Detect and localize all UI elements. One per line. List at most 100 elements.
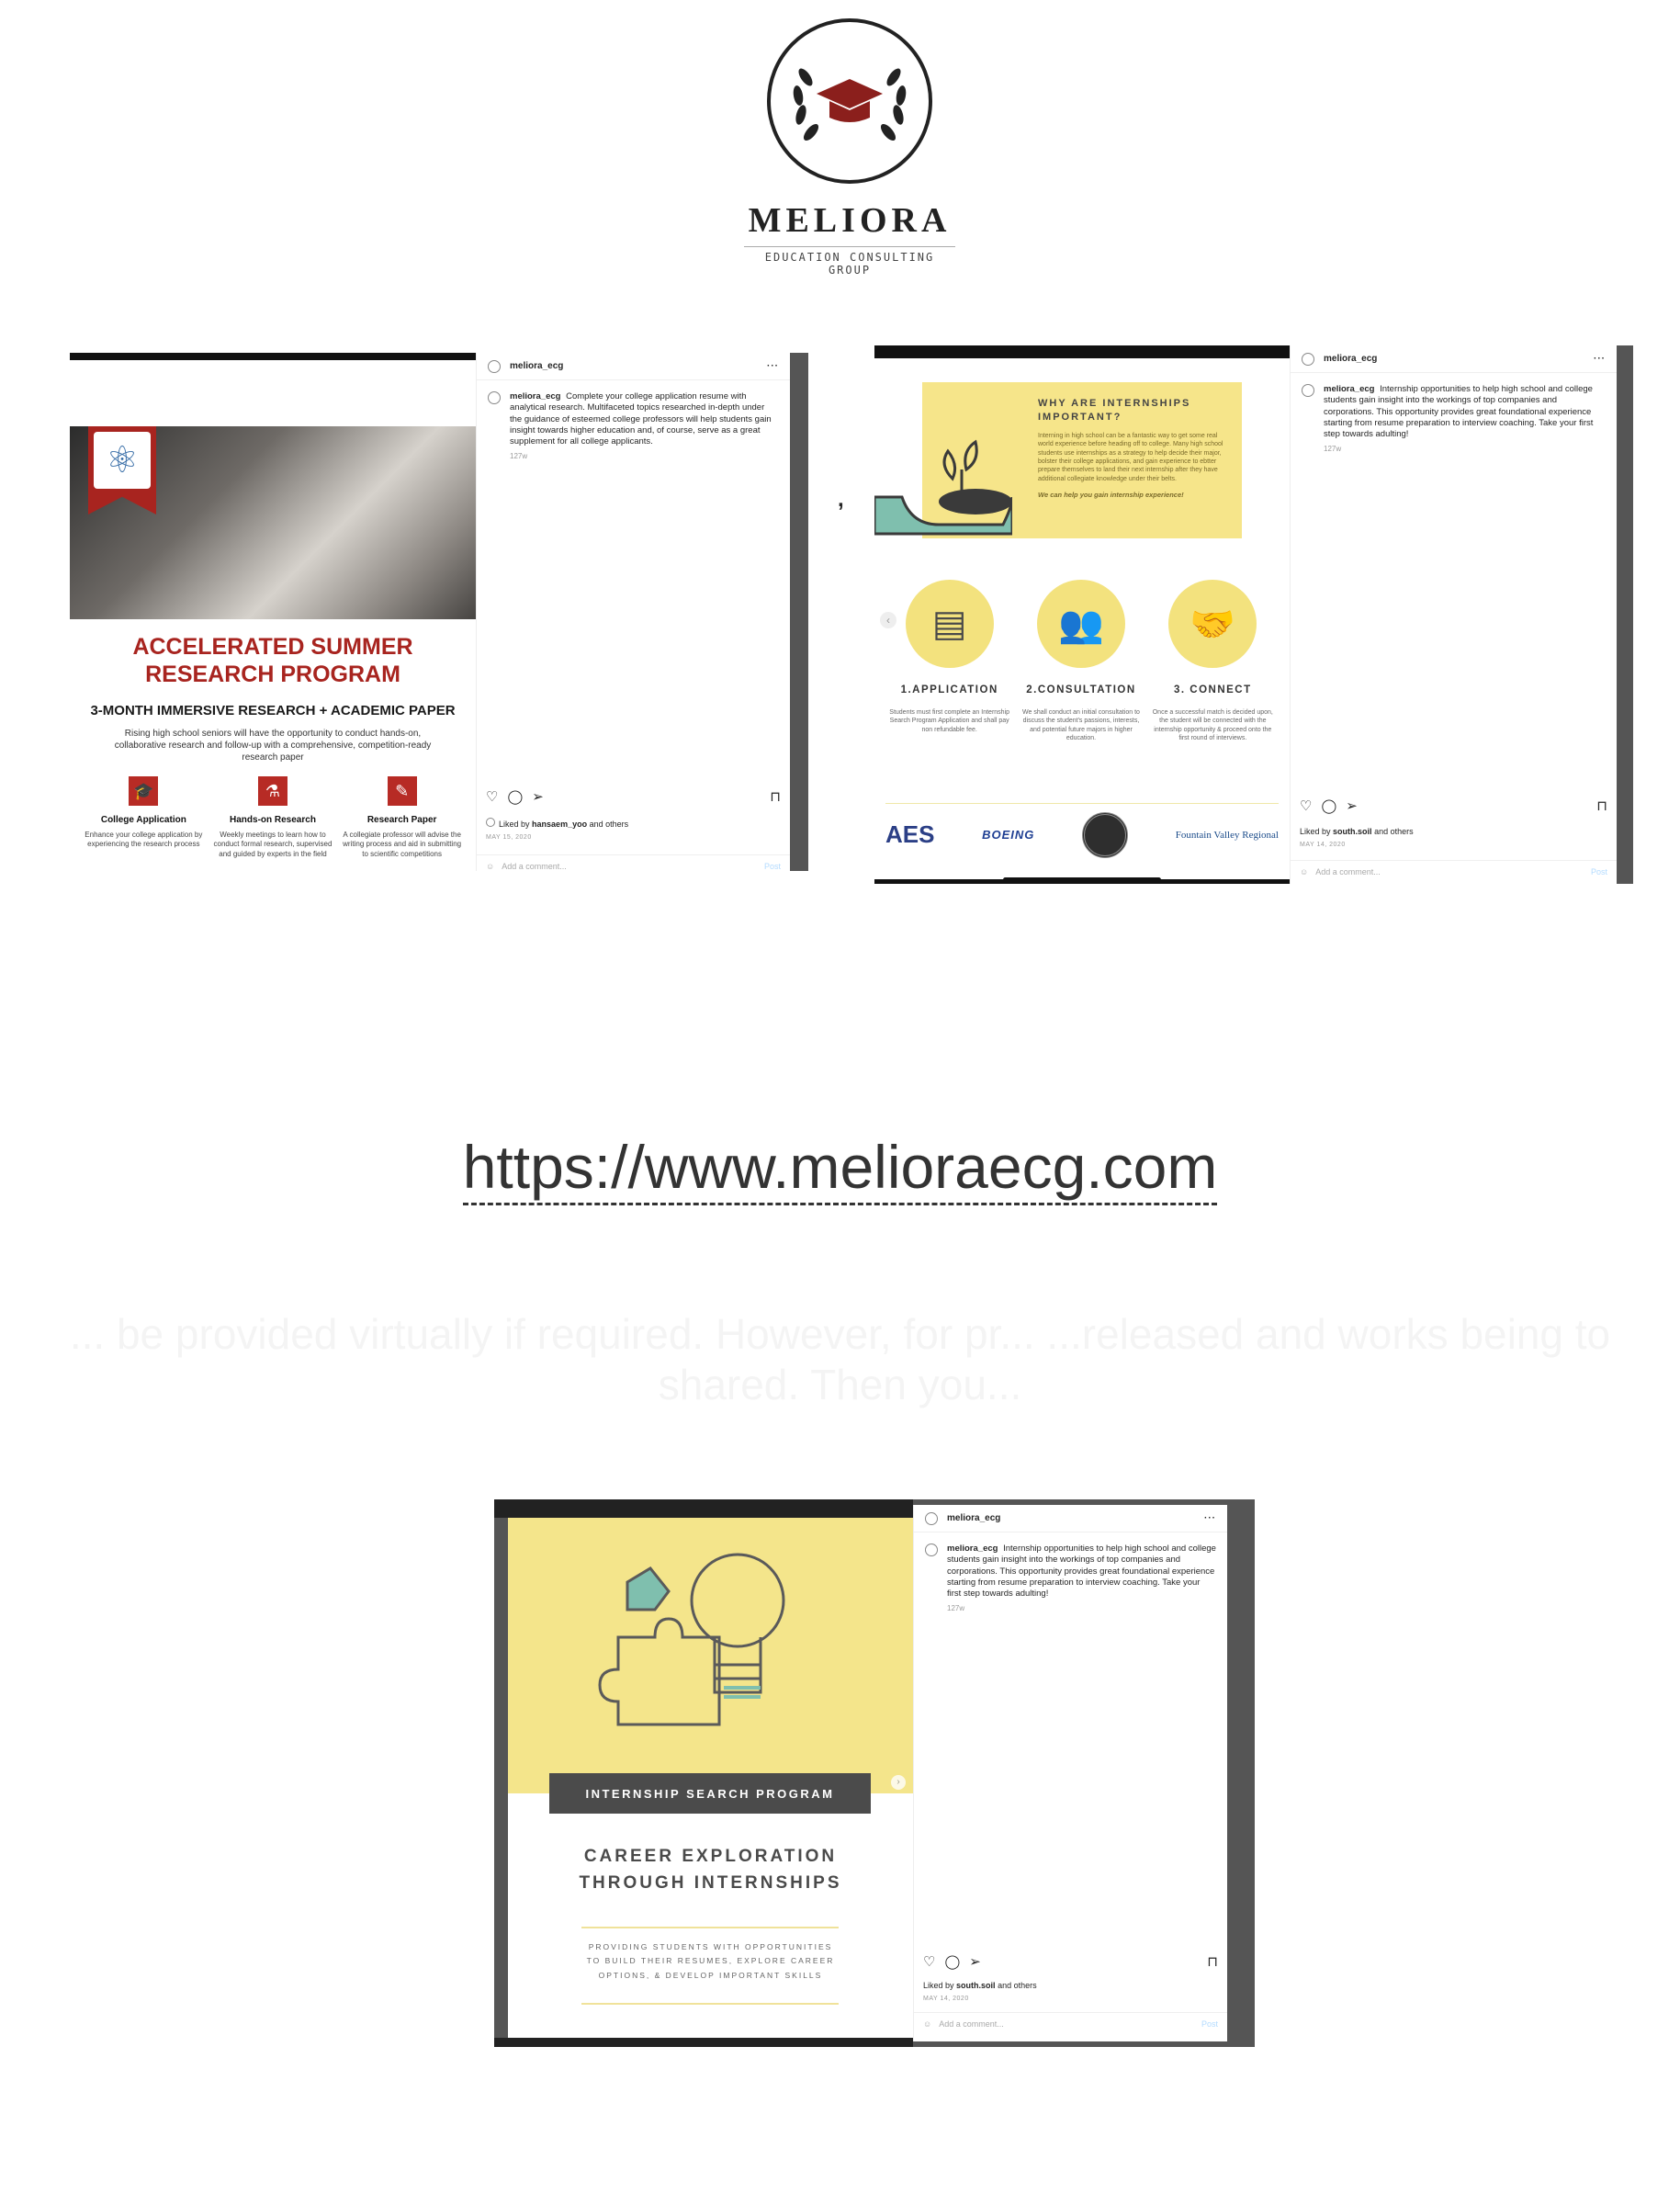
feature-title: College Application <box>100 815 186 825</box>
instagram-post-career: INTERNSHIP SEARCH PROGRAM › CAREER EXPLO… <box>494 1499 1255 2047</box>
bookmark-icon[interactable]: ⊓ <box>1207 1953 1218 1970</box>
feature-text: Enhance your college application by expe… <box>85 831 203 849</box>
post-date: MAY 14, 2020 <box>923 1996 969 2002</box>
more-options-icon[interactable]: ··· <box>1204 1513 1216 1523</box>
research-card: ACCELERATED SUMMER RESEARCH PROGRAM 3-MO… <box>70 619 476 869</box>
partner-logos: AES BOEING Fountain Valley Regional <box>885 803 1279 858</box>
post-date: MAY 14, 2020 <box>1300 842 1346 848</box>
separator-comma: , <box>838 487 844 512</box>
comment-input[interactable]: Add a comment... <box>939 2019 1004 2029</box>
liked-prefix: Liked by <box>1300 827 1331 836</box>
heart-icon[interactable]: ♡ <box>1300 797 1312 814</box>
post-image-research[interactable]: ⚛ ACCELERATED SUMMER RESEARCH PROGRAM 3-… <box>70 353 476 871</box>
liked-by: Liked by south.soil and others <box>923 1981 1037 1990</box>
frame-edge <box>494 2038 913 2047</box>
bookmark-icon[interactable]: ⊓ <box>1596 797 1607 814</box>
caption-username[interactable]: meliora_ecg <box>947 1544 998 1554</box>
post-date: MAY 15, 2020 <box>486 834 532 841</box>
notepad-icon: ✎ <box>387 776 417 806</box>
emoji-icon[interactable]: ☺ <box>486 862 494 871</box>
username[interactable]: meliora_ecg <box>947 1513 1000 1523</box>
caption-username[interactable]: meliora_ecg <box>510 391 560 401</box>
avatar[interactable] <box>1302 384 1314 397</box>
emoji-icon[interactable]: ☺ <box>1300 867 1308 876</box>
comment-bar: ☺ Add a comment... Post <box>914 2012 1227 2034</box>
comment-icon[interactable]: ◯ <box>1321 797 1336 814</box>
liked-by: Liked by hansaem_yoo and others <box>486 818 628 829</box>
internship-steps: ▤ 1.APPLICATION Students must first comp… <box>874 580 1288 743</box>
title-line: THROUGH INTERNSHIPS <box>579 1872 842 1893</box>
comment-bar: ☺ Add a comment... Post <box>477 854 790 876</box>
subtitle-line: PROVIDING STUDENTS WITH OPPORTUNITIES <box>588 1942 833 1951</box>
username[interactable]: meliora_ecg <box>1324 354 1377 364</box>
share-icon[interactable]: ➢ <box>969 1953 981 1970</box>
instagram-post-internships: WHY ARE INTERNSHIPS IMPORTANT? Interning… <box>874 345 1633 884</box>
step-title: 2.CONSULTATION <box>1026 684 1136 695</box>
scrollbar[interactable] <box>790 353 808 871</box>
post-comment-button[interactable]: Post <box>1591 867 1607 876</box>
post-image-career[interactable]: INTERNSHIP SEARCH PROGRAM › CAREER EXPLO… <box>494 1499 913 2047</box>
liked-user[interactable]: south.soil <box>1333 827 1372 836</box>
bookmark-icon[interactable]: ⊓ <box>770 788 781 805</box>
comment-icon[interactable]: ◯ <box>944 1953 960 1970</box>
post-age: 127w <box>510 451 528 460</box>
city-seal-icon <box>1082 811 1129 858</box>
post-actions: ♡ ◯ ➢ ⊓ <box>1300 797 1607 814</box>
puzzle-lightbulb-icon <box>598 1553 785 1726</box>
career-title: CAREER EXPLORATION THROUGH INTERNSHIPS <box>508 1844 913 1896</box>
box-text: Interning in high school can be a fantas… <box>1038 432 1223 482</box>
avatar[interactable] <box>488 391 501 404</box>
caption-username[interactable]: meliora_ecg <box>1324 384 1374 394</box>
partner-aes: AES <box>885 820 935 848</box>
emoji-icon[interactable]: ☺ <box>923 2019 931 2029</box>
hand-with-sprout-icon <box>874 439 1012 536</box>
divider <box>581 2003 839 2005</box>
scrollbar[interactable] <box>1617 345 1633 884</box>
comment-input[interactable]: Add a comment... <box>502 862 567 871</box>
box-title: WHY ARE INTERNSHIPS IMPORTANT? <box>1038 398 1191 423</box>
post-caption: meliora_ecg Internship opportunities to … <box>914 1532 1227 1624</box>
liked-suffix: and others <box>589 820 629 829</box>
heart-icon[interactable]: ♡ <box>486 788 498 805</box>
comment-input[interactable]: Add a comment... <box>1315 867 1381 876</box>
frame-edge <box>874 345 1290 358</box>
liked-user[interactable]: south.soil <box>956 1981 996 1990</box>
avatar[interactable] <box>1302 352 1314 366</box>
more-options-icon[interactable]: ··· <box>1594 354 1606 364</box>
post-comment-button[interactable]: Post <box>764 862 781 871</box>
frame-edge <box>494 1499 913 1518</box>
username[interactable]: meliora_ecg <box>510 361 563 371</box>
website-link[interactable]: https://www.melioraecg.com <box>462 1133 1218 1205</box>
post-caption: meliora_ecg Internship opportunities to … <box>1291 373 1617 465</box>
avatar[interactable] <box>488 359 501 373</box>
post-comment-button[interactable]: Post <box>1201 2019 1218 2029</box>
frame-edge <box>494 1518 508 2047</box>
comment-icon[interactable]: ◯ <box>507 788 523 805</box>
page: MELIORA EDUCATION CONSULTING GROUP ⚛ ACC… <box>0 0 1680 2205</box>
feature-hands-on-research: ⚗ Hands-on Research Weekly meetings to l… <box>213 776 333 859</box>
post-age: 127w <box>947 1603 965 1612</box>
heart-icon[interactable]: ♡ <box>923 1953 935 1970</box>
feature-text: A collegiate professor will advise the w… <box>343 831 462 858</box>
logo-subtitle: EDUCATION CONSULTING GROUP <box>744 246 955 277</box>
graduation-cap-icon: 🎓 <box>129 776 159 806</box>
avatar[interactable] <box>925 1511 938 1525</box>
chevron-right-icon[interactable]: › <box>891 1775 906 1790</box>
research-lead: Rising high school seniors will have the… <box>114 729 432 763</box>
people-icon: 👥 <box>1036 580 1125 668</box>
liked-user[interactable]: hansaem_yoo <box>532 820 587 829</box>
box-cta: We can help you gain internship experien… <box>1038 491 1184 500</box>
step-connect: 🤝 3. CONNECT Once a successful match is … <box>1148 580 1277 743</box>
title-line: CAREER EXPLORATION <box>583 1847 838 1866</box>
feature-title: Hands-on Research <box>230 815 316 825</box>
more-options-icon[interactable]: ··· <box>767 361 779 371</box>
frame-edge <box>70 353 476 360</box>
logo-wordmark: MELIORA <box>748 201 952 240</box>
post-sidebar: meliora_ecg ··· meliora_ecg Complete you… <box>476 353 790 871</box>
avatar <box>486 818 495 827</box>
comment-bar: ☺ Add a comment... Post <box>1291 860 1617 882</box>
share-icon[interactable]: ➢ <box>1346 797 1358 814</box>
share-icon[interactable]: ➢ <box>532 788 544 805</box>
avatar[interactable] <box>925 1544 938 1556</box>
post-image-internships[interactable]: WHY ARE INTERNSHIPS IMPORTANT? Interning… <box>874 345 1290 884</box>
